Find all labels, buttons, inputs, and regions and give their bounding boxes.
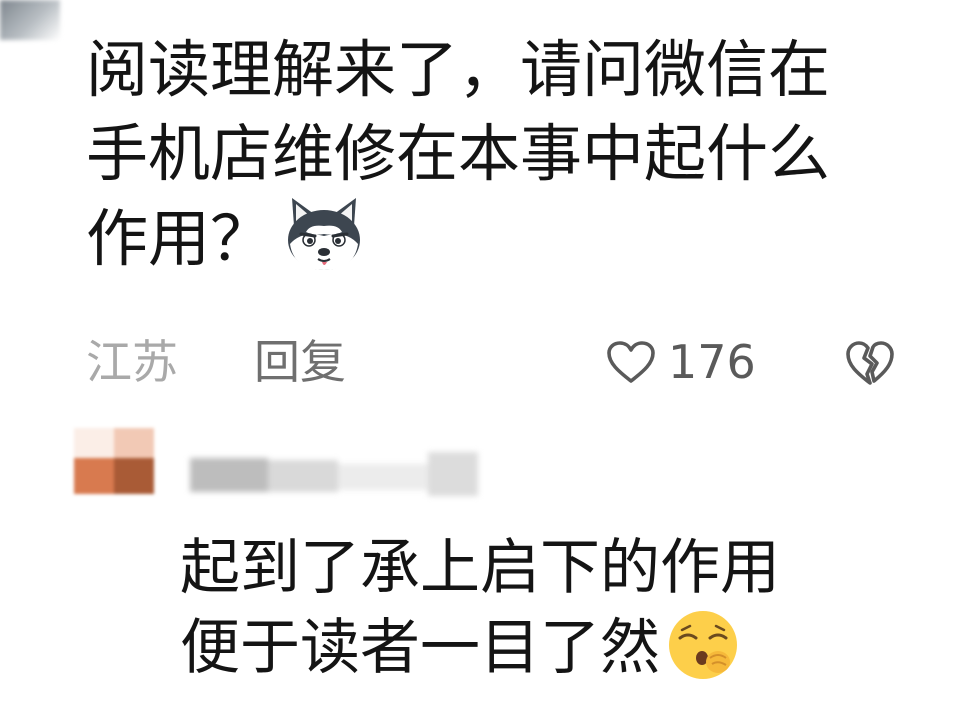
yawning-face-emoji-icon (669, 611, 737, 679)
heart-outline-icon (607, 341, 655, 383)
reply-line-2-text: 便于读者一目了然 (180, 613, 660, 683)
avatar[interactable] (74, 428, 154, 496)
comment-screenshot: 阅读理解来了，请问微信在 手机店维修在本事中起什么 作用？ 江苏 回复 176 … (0, 0, 962, 704)
location-label: 江苏 (86, 335, 178, 389)
reply-line-1: 起到了承上启下的作用 (180, 533, 780, 603)
comment-line-3-text: 作用？ (86, 202, 273, 275)
reply-line-2: 便于读者一目了然 (180, 608, 920, 688)
comment-line-1: 阅读理解来了，请问微信在 (86, 33, 831, 106)
comment-line-2: 手机店维修在本事中起什么 (86, 117, 831, 190)
husky-dog-emoji-icon (288, 198, 361, 270)
broken-heart-icon[interactable] (844, 340, 896, 386)
comment-line-3: 作用？ (86, 196, 906, 281)
reply-button[interactable]: 回复 (254, 322, 346, 402)
like-count: 176 (668, 335, 756, 389)
reply-body: 起到了承上启下的作用 便于读者一目了然 (180, 528, 920, 688)
comment-body: 阅读理解来了，请问微信在 手机店维修在本事中起什么 作用？ (86, 28, 906, 281)
blurred-corner (0, 0, 60, 40)
blurred-username (190, 452, 480, 498)
comment-meta-row: 江苏 回复 176 (86, 322, 906, 402)
